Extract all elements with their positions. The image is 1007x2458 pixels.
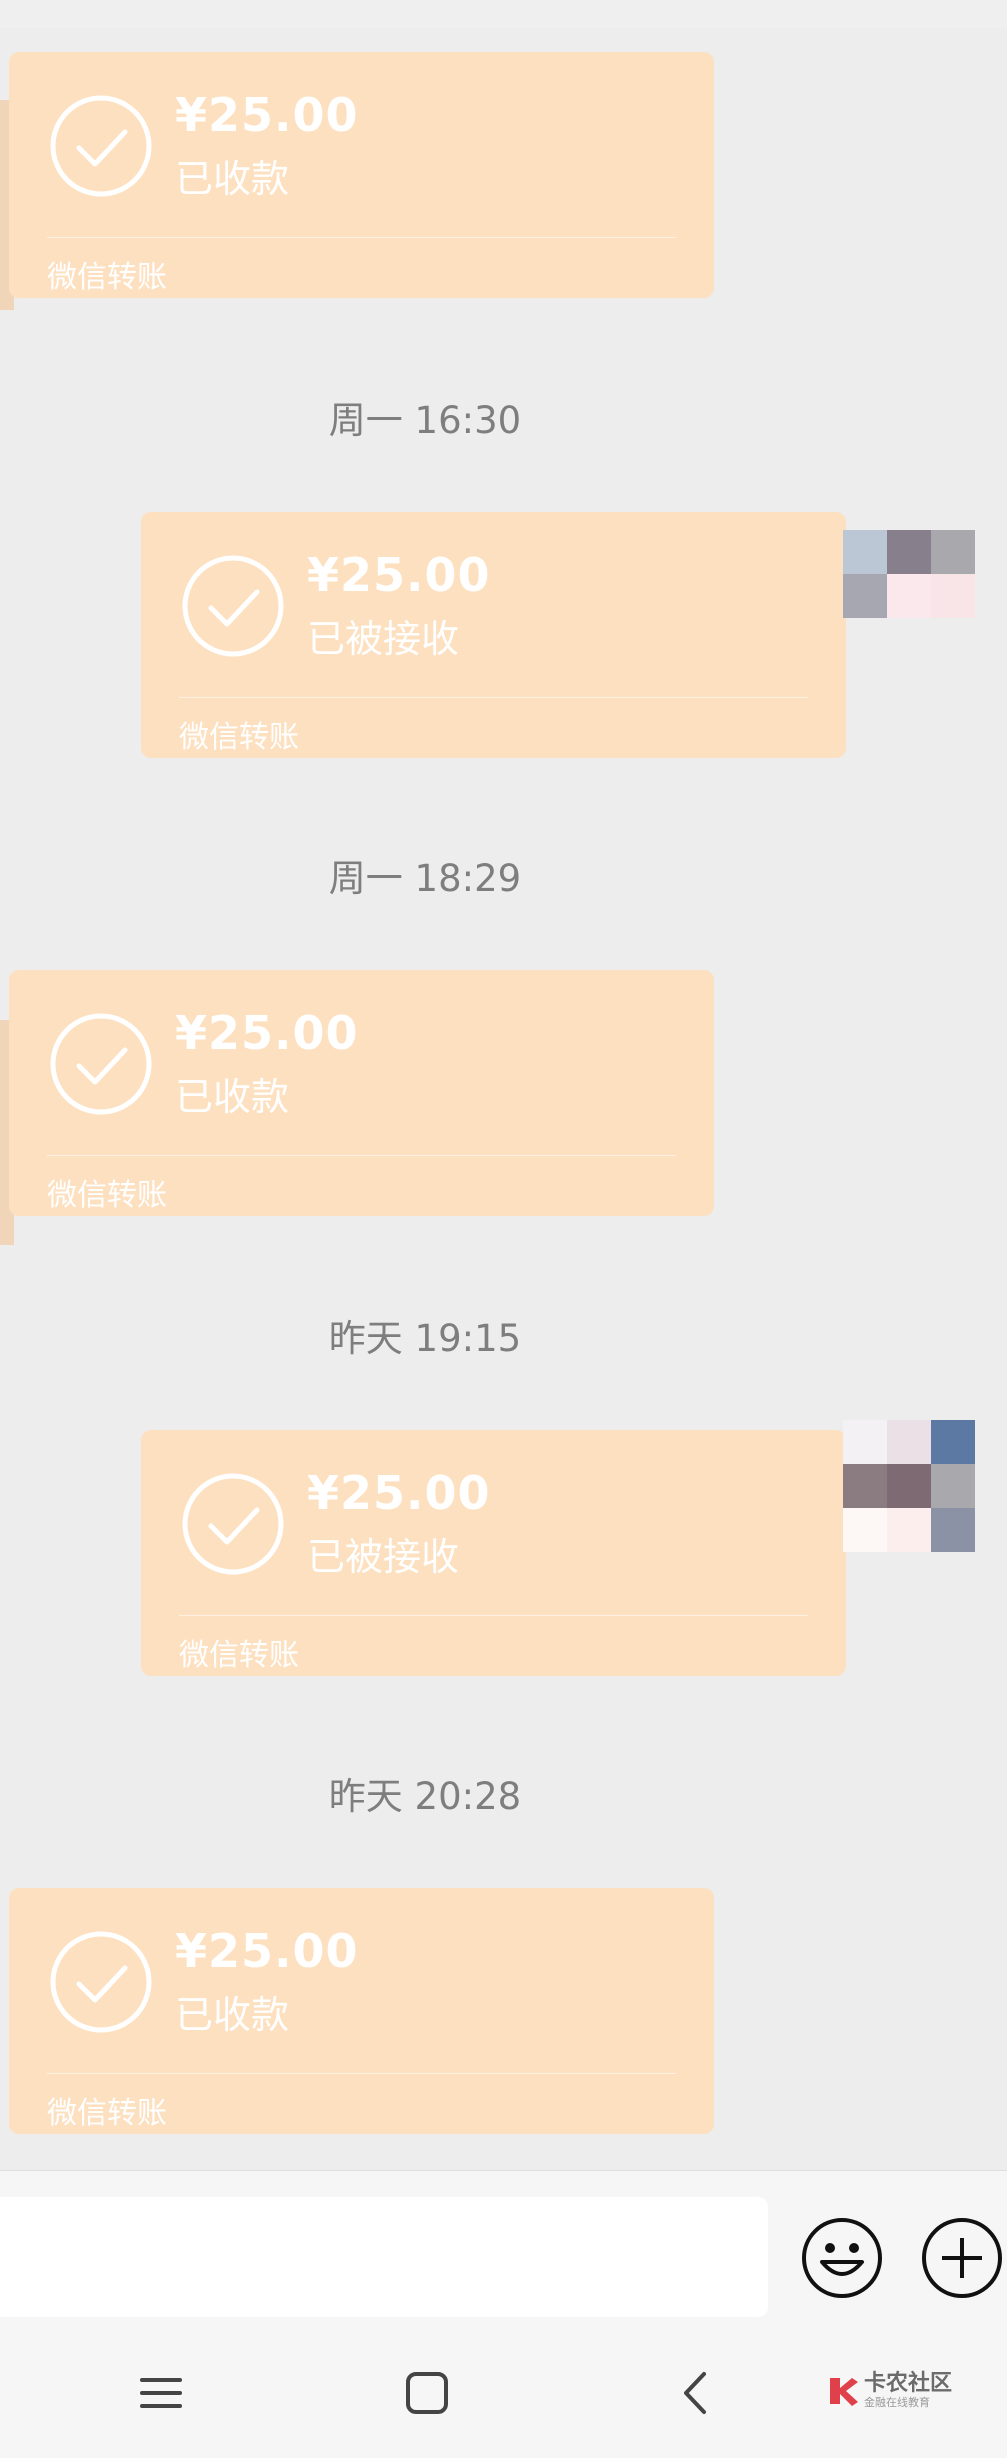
card-divider — [179, 697, 808, 698]
transfer-card-sent[interactable]: ¥25.00 已被接收 微信转账 — [141, 512, 846, 758]
chat-screen: ¥25.00 已收款 微信转账 周一 16:30 ¥25.00 已被接收 微信转… — [0, 0, 1007, 2458]
transfer-status: 已收款 — [175, 157, 290, 201]
check-circle-icon — [182, 1473, 284, 1575]
transfer-footer: 微信转账 — [47, 2096, 167, 2131]
transfer-card-received[interactable]: ¥25.00 已收款 微信转账 — [9, 1888, 714, 2134]
transfer-amount: ¥25.00 — [175, 1006, 359, 1060]
transfer-status: 已收款 — [175, 1993, 290, 2037]
transfer-footer: 微信转账 — [47, 260, 167, 295]
input-bar — [0, 2170, 1007, 2331]
check-circle-icon — [50, 1931, 152, 2033]
plus-icon[interactable] — [920, 2216, 1004, 2300]
watermark-logo — [830, 2378, 858, 2406]
check-circle-icon — [182, 555, 284, 657]
transfer-amount: ¥25.00 — [307, 1466, 491, 1520]
card-divider — [47, 1155, 676, 1156]
transfer-card-received[interactable]: ¥25.00 已收款 微信转账 — [9, 970, 714, 1216]
watermark-name: 卡农社区 — [864, 2371, 953, 2396]
watermark-tagline: 金融在线教育 — [864, 2396, 930, 2409]
transfer-footer: 微信转账 — [47, 1178, 167, 1213]
message-timestamp: 周一 16:30 — [328, 399, 522, 442]
back-icon[interactable] — [670, 2368, 720, 2418]
emoji-icon[interactable] — [800, 2216, 884, 2300]
transfer-amount: ¥25.00 — [175, 1924, 359, 1978]
transfer-status: 已被接收 — [307, 1535, 460, 1579]
chat-history[interactable]: ¥25.00 已收款 微信转账 周一 16:30 ¥25.00 已被接收 微信转… — [0, 0, 1007, 2170]
check-circle-icon — [50, 95, 152, 197]
card-divider — [179, 1615, 808, 1616]
transfer-card-sent[interactable]: ¥25.00 已被接收 微信转账 — [141, 1430, 846, 1676]
message-timestamp: 昨天 19:15 — [328, 1317, 522, 1360]
home-icon[interactable] — [402, 2368, 452, 2418]
transfer-status: 已收款 — [175, 1075, 290, 1119]
transfer-footer: 微信转账 — [179, 1638, 299, 1673]
transfer-footer: 微信转账 — [179, 720, 299, 755]
watermark: 卡农社区 金融在线教育 — [826, 2372, 952, 2410]
card-divider — [47, 237, 676, 238]
transfer-status: 已被接收 — [307, 617, 460, 661]
card-divider — [47, 2073, 676, 2074]
transfer-amount: ¥25.00 — [307, 548, 491, 602]
avatar[interactable] — [843, 1420, 975, 1552]
avatar[interactable] — [843, 530, 975, 662]
menu-icon[interactable] — [136, 2368, 186, 2418]
message-input[interactable] — [0, 2197, 768, 2317]
check-circle-icon — [50, 1013, 152, 1115]
transfer-amount: ¥25.00 — [175, 88, 359, 142]
message-timestamp: 周一 18:29 — [328, 857, 522, 900]
message-timestamp: 昨天 20:28 — [328, 1775, 522, 1818]
transfer-card-received[interactable]: ¥25.00 已收款 微信转账 — [9, 52, 714, 298]
